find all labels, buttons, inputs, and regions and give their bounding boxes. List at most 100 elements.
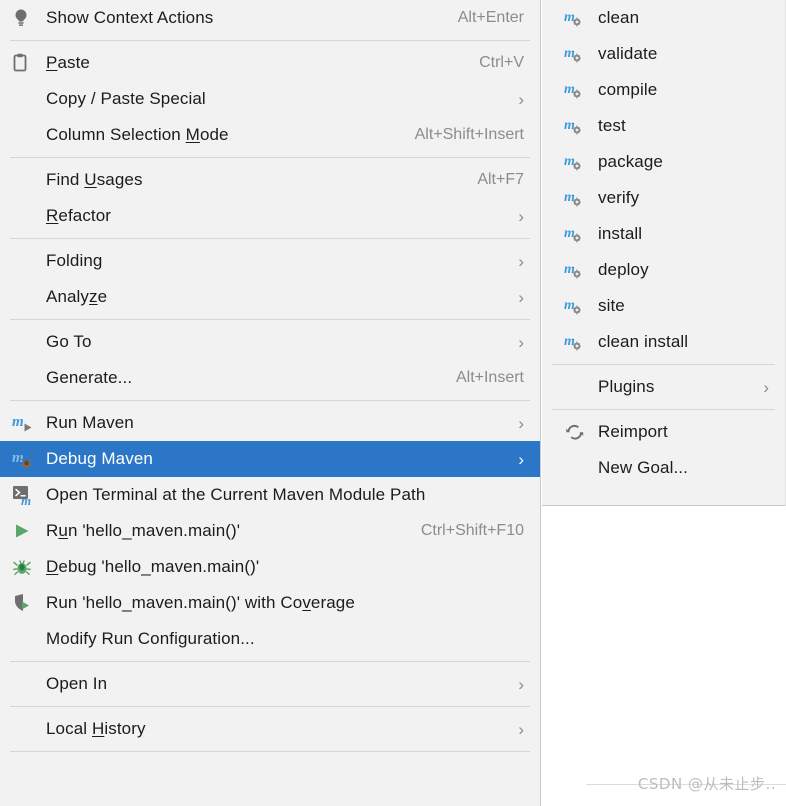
menu-item-modify-run-configuration[interactable]: Modify Run Configuration... [0, 621, 540, 657]
menu-item-show-context-actions[interactable]: Show Context Actions Alt+Enter [0, 0, 540, 36]
menu-item-open-terminal-maven-module[interactable]: m Open Terminal at the Current Maven Mod… [0, 477, 540, 513]
menu-item-shortcut: Alt+Enter [457, 9, 524, 26]
menu-item-shortcut: Alt+Insert [455, 369, 524, 386]
no-icon [12, 205, 40, 227]
chevron-right-icon: › [763, 377, 769, 397]
menu-item-label: Run Maven [46, 413, 134, 432]
svg-text:m: m [12, 414, 24, 430]
chevron-right-icon: › [518, 89, 524, 109]
submenu-item-label: Reimport [598, 422, 668, 441]
menu-item-label: Open Terminal at the Current Maven Modul… [46, 485, 426, 504]
submenu-item-test[interactable]: m test [542, 108, 785, 144]
submenu-item-label: package [598, 152, 663, 171]
svg-text:m: m [564, 226, 575, 241]
svg-text:m: m [564, 46, 575, 61]
svg-text:m: m [564, 334, 575, 349]
svg-text:m: m [564, 190, 575, 205]
submenu-item-clean[interactable]: m clean [542, 0, 785, 36]
menu-item-run-with-coverage[interactable]: Run 'hello_maven.main()' with Coverage [0, 585, 540, 621]
menu-separator [10, 706, 530, 707]
submenu-item-compile[interactable]: m compile [542, 72, 785, 108]
menu-separator [10, 751, 530, 752]
menu-item-label: Run 'hello_maven.main()' [46, 521, 241, 540]
maven-goal-icon: m [564, 7, 592, 29]
svg-text:m: m [21, 493, 31, 506]
submenu-item-install[interactable]: m install [542, 216, 785, 252]
menu-item-label: Column Selection Mode [46, 125, 229, 144]
menu-item-label: Local History [46, 719, 146, 738]
maven-goal-icon: m [564, 151, 592, 173]
menu-item-paste[interactable]: Paste Ctrl+V [0, 45, 540, 81]
menu-item-run-hello-maven-main[interactable]: Run 'hello_maven.main()' Ctrl+Shift+F10 [0, 513, 540, 549]
menu-item-analyze[interactable]: Analyze › [0, 279, 540, 315]
menu-item-run-maven[interactable]: m Run Maven › [0, 405, 540, 441]
submenu-item-validate[interactable]: m validate [542, 36, 785, 72]
submenu-item-clean-install[interactable]: m clean install [542, 324, 785, 360]
menu-item-go-to[interactable]: Go To › [0, 324, 540, 360]
maven-goal-icon: m [564, 223, 592, 245]
menu-item-label: Folding [46, 251, 103, 270]
submenu-item-reimport[interactable]: Reimport [542, 414, 785, 450]
debug-maven-submenu: m clean m validate m compile m test m pa… [542, 0, 786, 506]
svg-text:m: m [564, 82, 575, 97]
maven-goal-icon: m [564, 331, 592, 353]
menu-item-label: Debug Maven [46, 449, 153, 468]
menu-item-find-usages[interactable]: Find Usages Alt+F7 [0, 162, 540, 198]
menu-item-debug-maven[interactable]: m Debug Maven › [0, 441, 540, 477]
submenu-item-package[interactable]: m package [542, 144, 785, 180]
menu-separator [10, 400, 530, 401]
menu-item-refactor[interactable]: Refactor › [0, 198, 540, 234]
menu-item-label: Refactor [46, 206, 112, 225]
chevron-right-icon: › [518, 206, 524, 226]
menu-item-label: Go To [46, 332, 92, 351]
menu-item-local-history[interactable]: Local History › [0, 711, 540, 747]
menu-item-label: Run 'hello_maven.main()' with Coverage [46, 593, 355, 612]
context-menu-screen: Show Context Actions Alt+Enter Paste Ctr… [0, 0, 786, 806]
maven-goal-icon: m [564, 187, 592, 209]
coverage-icon [12, 592, 40, 614]
menu-item-copy-paste-special[interactable]: Copy / Paste Special › [0, 81, 540, 117]
menu-item-shortcut: Alt+F7 [477, 171, 524, 188]
editor-context-menu: Show Context Actions Alt+Enter Paste Ctr… [0, 0, 541, 806]
no-icon [12, 88, 40, 110]
submenu-item-verify[interactable]: m verify [542, 180, 785, 216]
refresh-icon [564, 421, 592, 443]
maven-goal-icon: m [564, 79, 592, 101]
chevron-right-icon: › [518, 719, 524, 739]
svg-text:m: m [564, 118, 575, 133]
menu-item-shortcut: Ctrl+Shift+F10 [420, 522, 524, 539]
menu-item-label: Find Usages [46, 170, 143, 189]
no-icon [12, 286, 40, 308]
menu-item-generate[interactable]: Generate... Alt+Insert [0, 360, 540, 396]
submenu-item-deploy[interactable]: m deploy [542, 252, 785, 288]
no-icon [12, 331, 40, 353]
submenu-item-label: site [598, 296, 625, 315]
menu-separator [10, 40, 530, 41]
menu-item-open-in[interactable]: Open In › [0, 666, 540, 702]
lightbulb-icon [12, 7, 40, 29]
run-icon [12, 520, 40, 542]
chevron-right-icon: › [518, 674, 524, 694]
submenu-item-site[interactable]: m site [542, 288, 785, 324]
submenu-item-label: clean [598, 8, 640, 27]
menu-item-label: Show Context Actions [46, 8, 214, 27]
chevron-right-icon: › [518, 287, 524, 307]
menu-item-debug-hello-maven-main[interactable]: Debug 'hello_maven.main()' [0, 549, 540, 585]
no-icon [12, 250, 40, 272]
menu-item-shortcut: Ctrl+V [479, 54, 524, 71]
menu-separator [10, 319, 530, 320]
menu-item-folding[interactable]: Folding › [0, 243, 540, 279]
menu-item-column-selection-mode[interactable]: Column Selection Mode Alt+Shift+Insert [0, 117, 540, 153]
submenu-item-label: install [598, 224, 643, 243]
menu-item-shortcut: Alt+Shift+Insert [414, 126, 524, 143]
chevron-right-icon: › [518, 413, 524, 433]
no-icon [12, 169, 40, 191]
submenu-item-new-goal[interactable]: New Goal... [542, 450, 785, 486]
chevron-right-icon: › [518, 251, 524, 271]
menu-separator [10, 238, 530, 239]
chevron-right-icon: › [518, 449, 524, 469]
submenu-item-label: validate [598, 44, 658, 63]
debug-icon [12, 556, 40, 578]
submenu-item-plugins[interactable]: Plugins › [542, 369, 785, 405]
svg-text:m: m [564, 298, 575, 313]
